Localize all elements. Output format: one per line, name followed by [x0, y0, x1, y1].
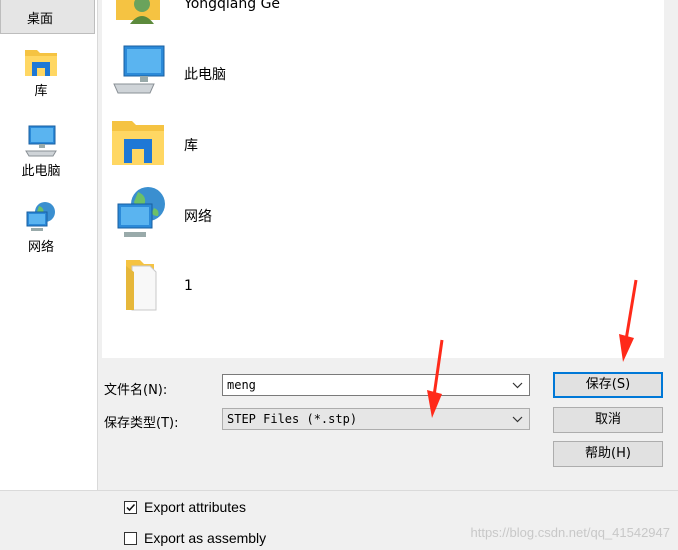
filename-label: 文件名(N): — [104, 383, 168, 398]
file-name: 此电脑 — [184, 67, 226, 83]
file-item-network[interactable]: 网络 — [110, 184, 410, 244]
file-name: Yongqiang Ge — [184, 0, 281, 12]
place-network-label: 网络 — [27, 240, 54, 255]
help-button[interactable]: 帮助(H) — [553, 441, 663, 467]
place-library-label: 库 — [34, 84, 48, 99]
library-folder-icon — [112, 121, 164, 165]
chevron-down-icon[interactable] — [512, 382, 523, 389]
filename-input[interactable]: meng — [222, 374, 530, 396]
place-desktop[interactable]: 桌面 — [0, 0, 95, 34]
file-name: 网络 — [184, 209, 212, 225]
save-button[interactable]: 保存(S) — [553, 372, 663, 398]
place-this-pc[interactable]: 此电脑 — [0, 124, 82, 179]
place-this-pc-label: 此电脑 — [21, 164, 61, 179]
user-folder-icon — [116, 0, 160, 24]
file-item-user[interactable]: Yongqiang Ge — [110, 0, 410, 30]
cancel-button[interactable]: 取消 — [553, 407, 663, 433]
network-icon — [117, 187, 165, 237]
file-item-folder-1[interactable]: 1 — [110, 256, 410, 316]
filetype-select[interactable]: STEP Files (*.stp) — [222, 408, 530, 430]
options-divider — [0, 490, 678, 491]
folder-icon — [126, 260, 157, 311]
file-name: 库 — [184, 138, 198, 154]
place-network[interactable]: 网络 — [0, 200, 82, 255]
network-icon — [26, 202, 55, 231]
chevron-down-icon[interactable] — [512, 416, 523, 423]
checkmark-icon — [126, 503, 136, 512]
export-assembly-label: Export as assembly — [144, 530, 267, 546]
place-library[interactable]: 库 — [0, 46, 82, 99]
filetype-label: 保存类型(T): — [104, 416, 179, 431]
watermark: https://blog.csdn.net/qq_41542947 — [470, 525, 671, 540]
checkbox-box[interactable] — [124, 532, 137, 545]
file-item-this-pc[interactable]: 此电脑 — [110, 42, 410, 102]
checkbox-box[interactable] — [124, 501, 137, 514]
library-icon — [25, 50, 57, 76]
annotation-arrow-icon — [427, 339, 444, 418]
file-name: 1 — [184, 278, 193, 294]
computer-icon — [113, 45, 165, 94]
export-attributes-label: Export attributes — [144, 499, 246, 515]
file-item-library[interactable]: 库 — [110, 113, 410, 173]
place-desktop-label: 桌面 — [27, 12, 54, 27]
annotation-arrow-icon — [619, 279, 638, 362]
computer-icon — [25, 125, 57, 157]
places-bar: 桌面 库 此电脑 网络 — [0, 0, 98, 490]
filetype-value: STEP Files (*.stp) — [227, 412, 358, 426]
filename-value: meng — [227, 378, 256, 392]
file-list[interactable]: Yongqiang Ge 此电脑 库 网络 1 — [102, 0, 664, 358]
